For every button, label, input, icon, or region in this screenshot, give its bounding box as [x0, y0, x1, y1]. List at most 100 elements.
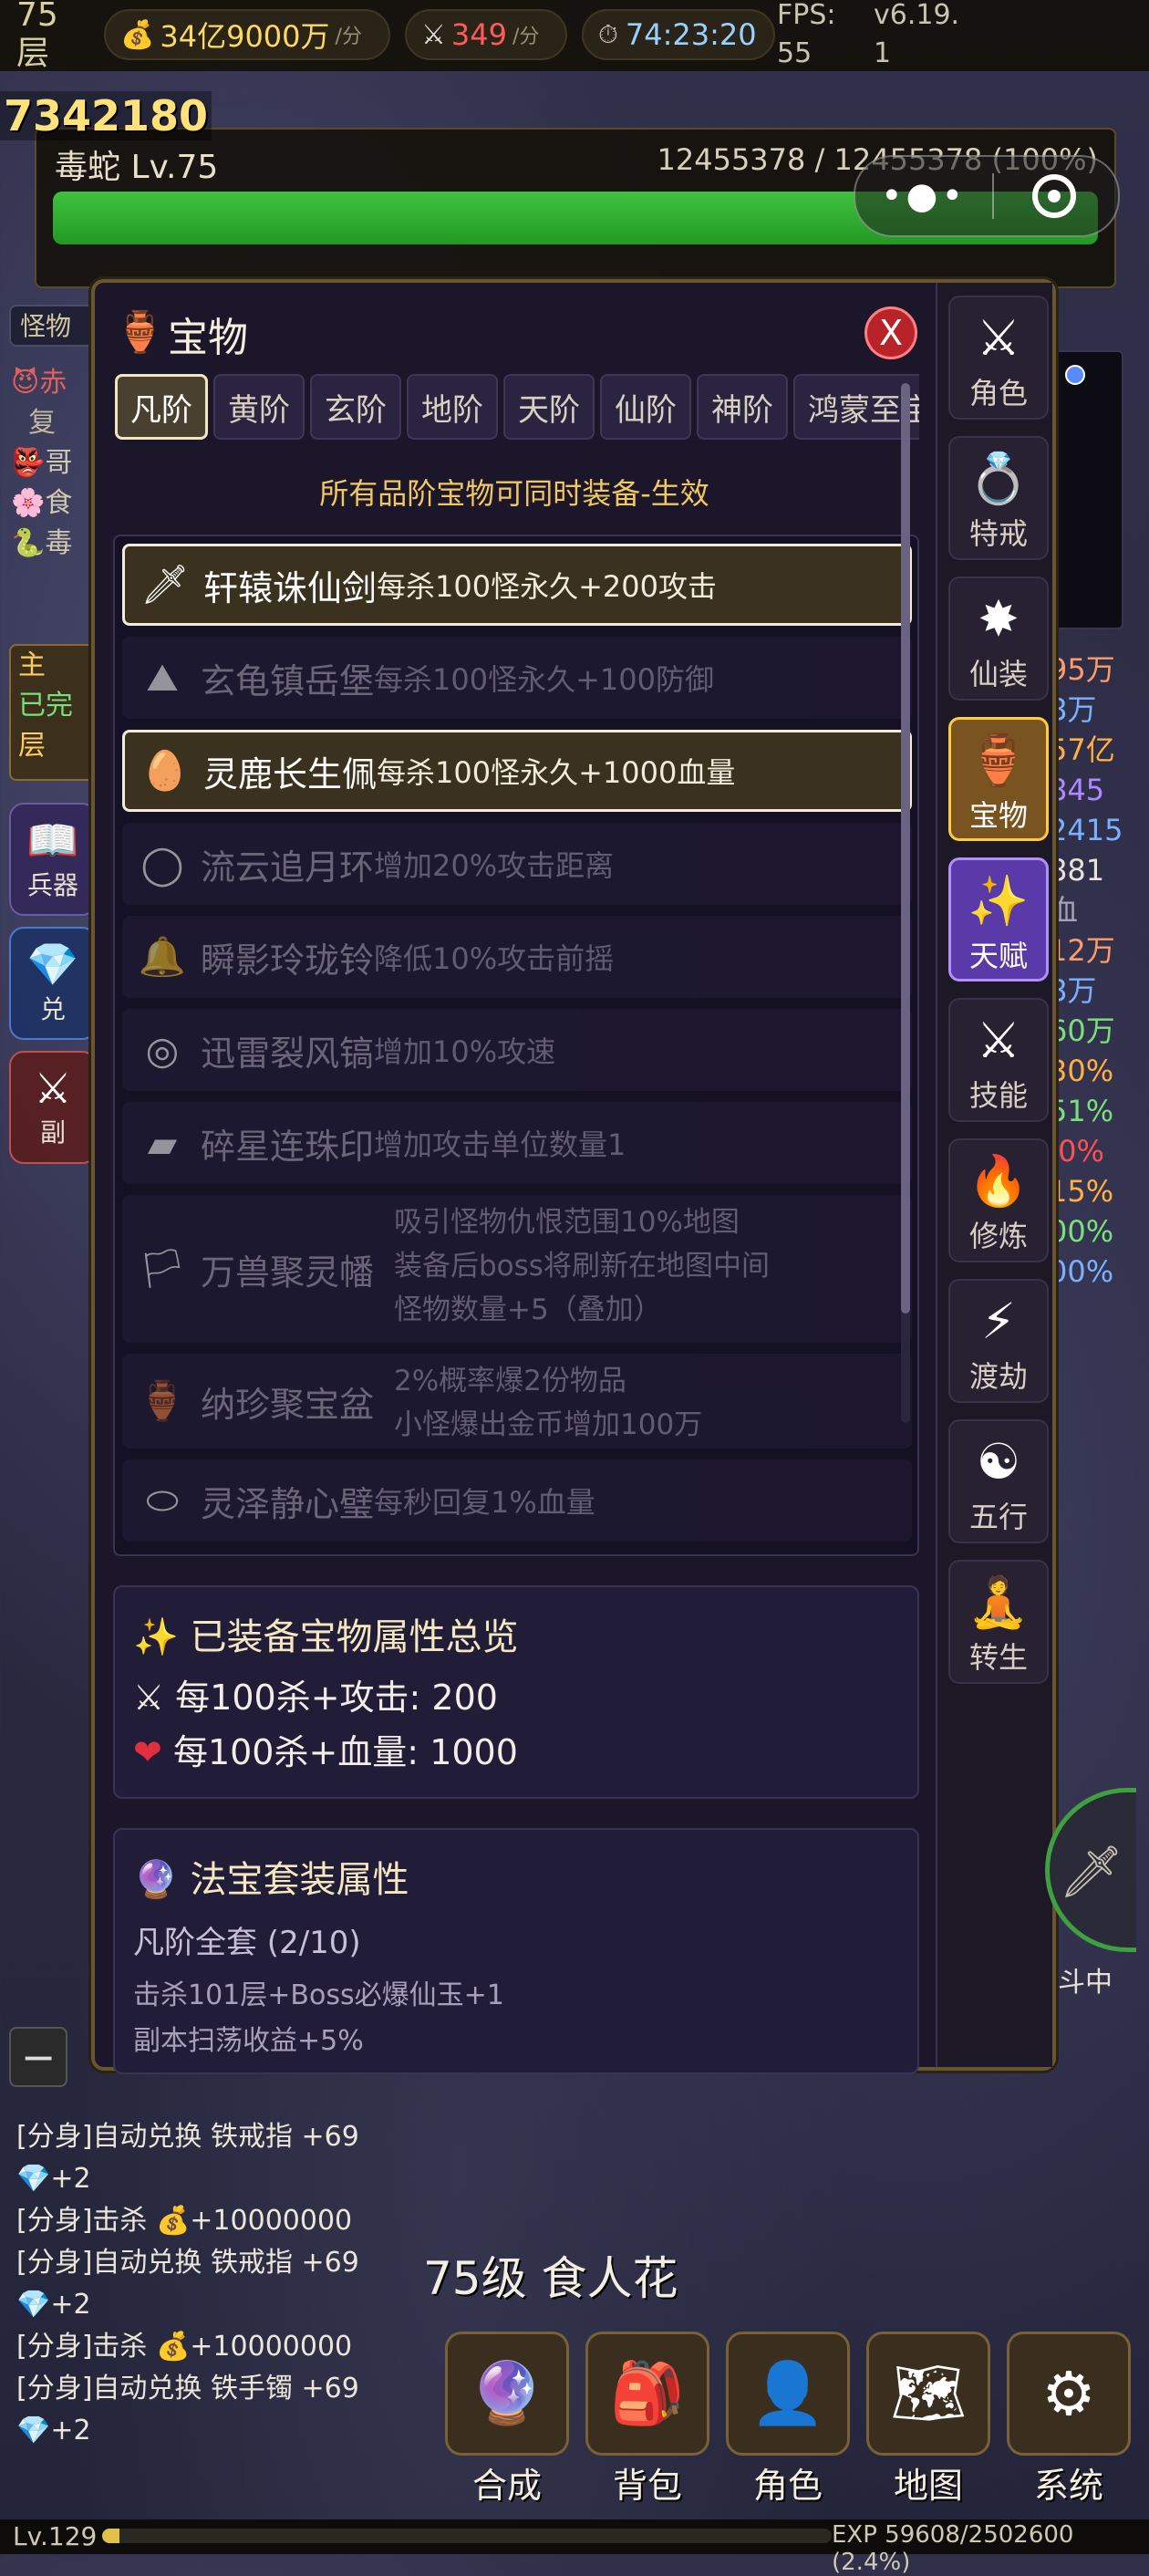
nav-ring-button[interactable]: 💍 特戒	[948, 436, 1049, 560]
xp-fill	[102, 2529, 120, 2543]
summary-attack-row: ⚔ 每100杀+攻击: 200	[133, 1669, 498, 1719]
monster-entry: 复	[11, 403, 93, 443]
log-line: 💎+2	[16, 2163, 91, 2195]
damage-counter: 7342180	[0, 91, 212, 140]
treasure-bowl-icon: 🏺	[138, 1378, 187, 1423]
nav-sparkles-button[interactable]: ✨ 天赋	[948, 857, 1049, 982]
close-miniprogram-icon[interactable]	[1032, 174, 1076, 218]
stat-value: 15%	[1049, 1174, 1114, 1209]
set-heading: 🔮 法宝套装属性	[133, 1850, 409, 1903]
equip-hint: 所有品阶宝物可同时装备-生效	[319, 476, 709, 511]
scrollbar-thumb[interactable]	[901, 383, 910, 1314]
treasure-item[interactable]: 🏳 万兽聚灵幡 吸引怪物仇恨范围10%地图 装备后boss将刷新在地图中间 怪物数量+5…	[122, 1195, 912, 1343]
stat-value: 血	[1049, 893, 1079, 928]
treasure-item[interactable]: 🗡 轩辕诛仙剑 每杀100怪永久+200攻击	[122, 544, 912, 626]
stat-value: 95万	[1049, 652, 1115, 687]
quest-layer: 层	[18, 730, 46, 762]
treasure-item[interactable]: 🔔 瞬影玲珑铃 降低10%攻击前摇	[122, 916, 912, 998]
log-line: [分身]自动兑换 铁戒指 +69	[16, 2247, 359, 2279]
nav-crossed-swords-button[interactable]: ⚔ 角色	[948, 296, 1049, 420]
stat-value: 8万	[1049, 692, 1097, 727]
monster-entry-label: 毒	[45, 527, 73, 559]
layer-number: 75	[16, 0, 58, 34]
main-quest-box[interactable]: 主 已完 层	[9, 644, 97, 781]
yin-yang-icon: ☯	[976, 1433, 1021, 1491]
battle-log: [分身]自动兑换 铁戒指 +69 💎+2 [分身]击杀 💰+10000000 [分身]…	[16, 2116, 454, 2452]
tab-grade-1[interactable]: 黄阶	[213, 374, 305, 440]
list-scrollbar[interactable]	[901, 383, 910, 1423]
collapse-log-button[interactable]: −	[9, 2027, 67, 2087]
summary-title: 已装备宝物属性总览	[190, 1616, 519, 1658]
treasure-desc: 增加攻击单位数量1	[374, 1127, 626, 1162]
stat-value: 60万	[1049, 1013, 1115, 1048]
treasure-item[interactable]: 🥚 灵鹿长生佩 每杀100怪永久+1000血量	[122, 730, 912, 812]
auto-fight-button[interactable]: 🗡	[1045, 1788, 1136, 1952]
pendant-icon: 🥚	[140, 748, 190, 793]
bell-icon: 🔔	[138, 934, 187, 979]
treasure-desc-line: 2%概率爆2份物品	[394, 1365, 626, 1397]
monster-tab-label: 怪物	[20, 311, 72, 341]
enemy-label: 75级 食人花	[423, 2252, 678, 2305]
dock-gear-button[interactable]: ⚙	[1007, 2332, 1131, 2456]
treasure-item[interactable]: ⬭ 灵泽静心璧 每秒回复1%血量	[122, 1459, 912, 1542]
stat-value: 51%	[1049, 1094, 1114, 1128]
summary-hp: 每100杀+血量: 1000	[172, 1732, 518, 1772]
tab-grade-3[interactable]: 地阶	[407, 374, 498, 440]
dock-person-button[interactable]: 👤	[726, 2332, 850, 2456]
fight-status-label: 斗中	[1058, 1967, 1113, 1999]
nav-label: 特戒	[968, 516, 1028, 551]
monster-entry: 👺哥	[11, 447, 73, 479]
map-icon: 🗺	[890, 2358, 967, 2428]
nav-meditation-button[interactable]: 🧘 转生	[948, 1560, 1049, 1684]
weapon-side-button[interactable]: 📖 兵器	[9, 803, 97, 916]
dock-map-button[interactable]: 🗺	[866, 2332, 990, 2456]
grade-tabs: 凡阶黄阶玄阶地阶天阶仙阶神阶鸿蒙至宝	[115, 374, 919, 443]
dock-label: 合成	[471, 2466, 542, 2506]
dock-backpack-button[interactable]: 🎒	[585, 2332, 709, 2456]
crossed-swords-icon: ⚔	[976, 1012, 1021, 1069]
kill-rate-unit: /分	[512, 26, 540, 48]
treasure-item[interactable]: ⛰ 玄龟镇岳堡 每杀100怪永久+100防御	[122, 637, 912, 719]
more-options-icon[interactable]: •●•	[855, 175, 992, 217]
tab-grade-5[interactable]: 仙阶	[600, 374, 691, 440]
gear-icon: ⚙	[1041, 2358, 1096, 2429]
monster-entry: 🌸食	[11, 487, 73, 519]
treasure-item[interactable]: ◯ 流云追月环 增加20%攻击距离	[122, 823, 912, 905]
tab-grade-2[interactable]: 玄阶	[310, 374, 401, 440]
nav-fire-button[interactable]: 🔥 修炼	[948, 1138, 1049, 1262]
treasure-item[interactable]: ◎ 迅雷裂风镐 增加10%攻速	[122, 1009, 912, 1091]
monster-tab[interactable]: 怪物	[9, 305, 97, 347]
monster-entry-label: 复	[28, 407, 57, 439]
treasure-desc: 每秒回复1%血量	[374, 1485, 595, 1520]
treasure-item[interactable]: 🏺 纳珍聚宝盆 2%概率爆2份物品 小怪爆出金币增加100万	[122, 1354, 912, 1449]
treasure-list[interactable]: 🗡 轩辕诛仙剑 每杀100怪永久+200攻击 ⛰ 玄龟镇岳堡 每杀100怪永久+100防御…	[113, 535, 919, 1556]
dock-crystal-ball-button[interactable]: 🔮	[445, 2332, 569, 2456]
kill-rate-pill: ⚔ 349 /分	[405, 9, 567, 60]
nav-burst-button[interactable]: ✸ 仙装	[948, 576, 1049, 701]
treasure-name: 瞬影玲珑铃	[201, 940, 375, 981]
treasure-item[interactable]: ▰ 碎星连珠印 增加攻击单位数量1	[122, 1102, 912, 1184]
top-status-bar: 75 层 💰 34亿9000万 /分 ⚔ 349 /分 ⏱ 74:23:20 F…	[0, 0, 1149, 73]
bracelet-icon: ◎	[145, 1027, 180, 1073]
tab-grade-6[interactable]: 神阶	[697, 374, 788, 440]
treasure-name: 轩辕诛仙剑	[203, 567, 378, 608]
nav-vase-button[interactable]: 🏺 宝物	[948, 717, 1049, 841]
fps-readout: FPS: 55	[777, 0, 836, 73]
timer-value: 74:23:20	[625, 17, 757, 52]
tab-grade-4[interactable]: 天阶	[503, 374, 595, 440]
close-button[interactable]: X	[864, 306, 917, 359]
nav-lightning-button[interactable]: ⚡ 渡劫	[948, 1279, 1049, 1403]
ring-icon: 💍	[968, 450, 1030, 507]
nav-crossed-swords-button[interactable]: ⚔ 技能	[948, 998, 1049, 1122]
diamond-icon: 💎	[26, 940, 79, 989]
fps-label: FPS:	[777, 0, 836, 31]
xp-text: EXP 59608/2502600 (2.4%)	[832, 2521, 1074, 2576]
tab-grade-0[interactable]: 凡阶	[115, 374, 208, 440]
person-icon: 👤	[750, 2358, 826, 2428]
miniprogram-capsule[interactable]: •●•	[854, 155, 1120, 237]
stat-value: 845	[1049, 773, 1105, 807]
dungeon-side-button[interactable]: ⚔ 副	[9, 1051, 97, 1164]
nav-label: 角色	[968, 376, 1028, 410]
nav-yin-yang-button[interactable]: ☯ 五行	[948, 1419, 1049, 1543]
exchange-side-button[interactable]: 💎 兑	[9, 927, 97, 1040]
